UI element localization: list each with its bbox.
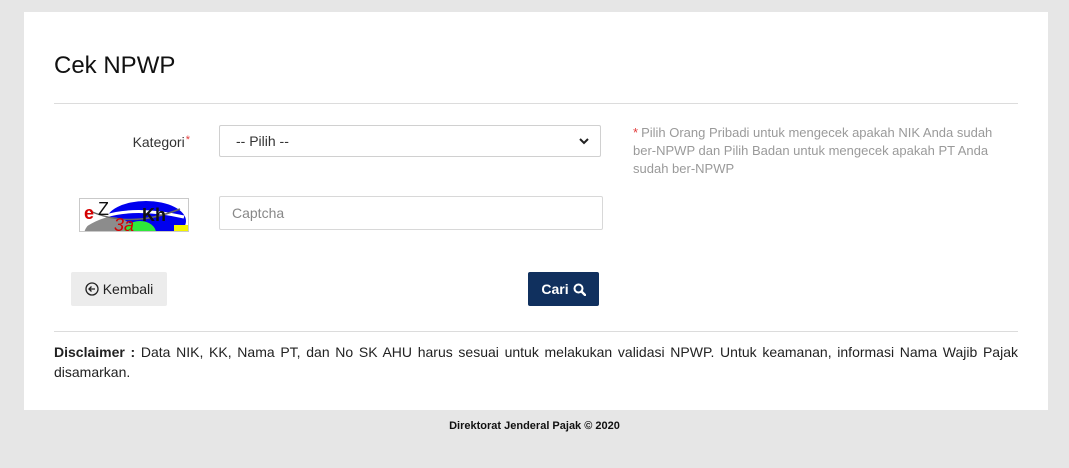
svg-text:Z: Z	[98, 199, 109, 219]
arrow-left-circle-icon	[85, 282, 99, 296]
kategori-label-text: Kategori	[132, 134, 185, 150]
chevron-down-icon	[579, 138, 589, 145]
divider	[54, 331, 1018, 332]
required-mark: *	[185, 134, 190, 146]
search-icon	[573, 283, 586, 296]
svg-text:e: e	[84, 203, 94, 223]
kategori-hint: * Pilih Orang Pribadi untuk mengecek apak…	[633, 124, 1013, 178]
main-card: Cek NPWP Kategori* -- Pilih -- * Pilih Or…	[24, 12, 1048, 410]
disclaimer-label: Disclaimer :	[54, 344, 136, 360]
svg-text:3a: 3a	[114, 215, 134, 232]
back-button-label: Kembali	[102, 281, 154, 297]
captcha-graphic: e Z 3a Kh	[80, 199, 188, 232]
footer-copyright: Direktorat Jenderal Pajak © 2020	[449, 420, 620, 432]
hint-required-mark: *	[633, 125, 639, 140]
back-button[interactable]: Kembali	[71, 272, 167, 306]
disclaimer: Disclaimer : Data NIK, KK, Nama PT, dan …	[54, 342, 1018, 382]
kategori-select[interactable]: -- Pilih --	[219, 125, 601, 157]
kategori-select-value: -- Pilih --	[236, 133, 289, 149]
search-button-label: Cari	[541, 281, 569, 297]
kategori-label: Kategori*	[104, 134, 190, 150]
captcha-image: e Z 3a Kh	[79, 198, 189, 232]
disclaimer-text: Data NIK, KK, Nama PT, dan No SK AHU har…	[54, 344, 1018, 380]
search-button[interactable]: Cari	[528, 272, 599, 306]
divider	[54, 103, 1018, 104]
svg-text:Kh: Kh	[142, 205, 166, 225]
page-title: Cek NPWP	[54, 52, 176, 79]
hint-text: Pilih Orang Pribadi untuk mengecek apaka…	[633, 125, 993, 176]
captcha-input[interactable]	[219, 196, 603, 230]
